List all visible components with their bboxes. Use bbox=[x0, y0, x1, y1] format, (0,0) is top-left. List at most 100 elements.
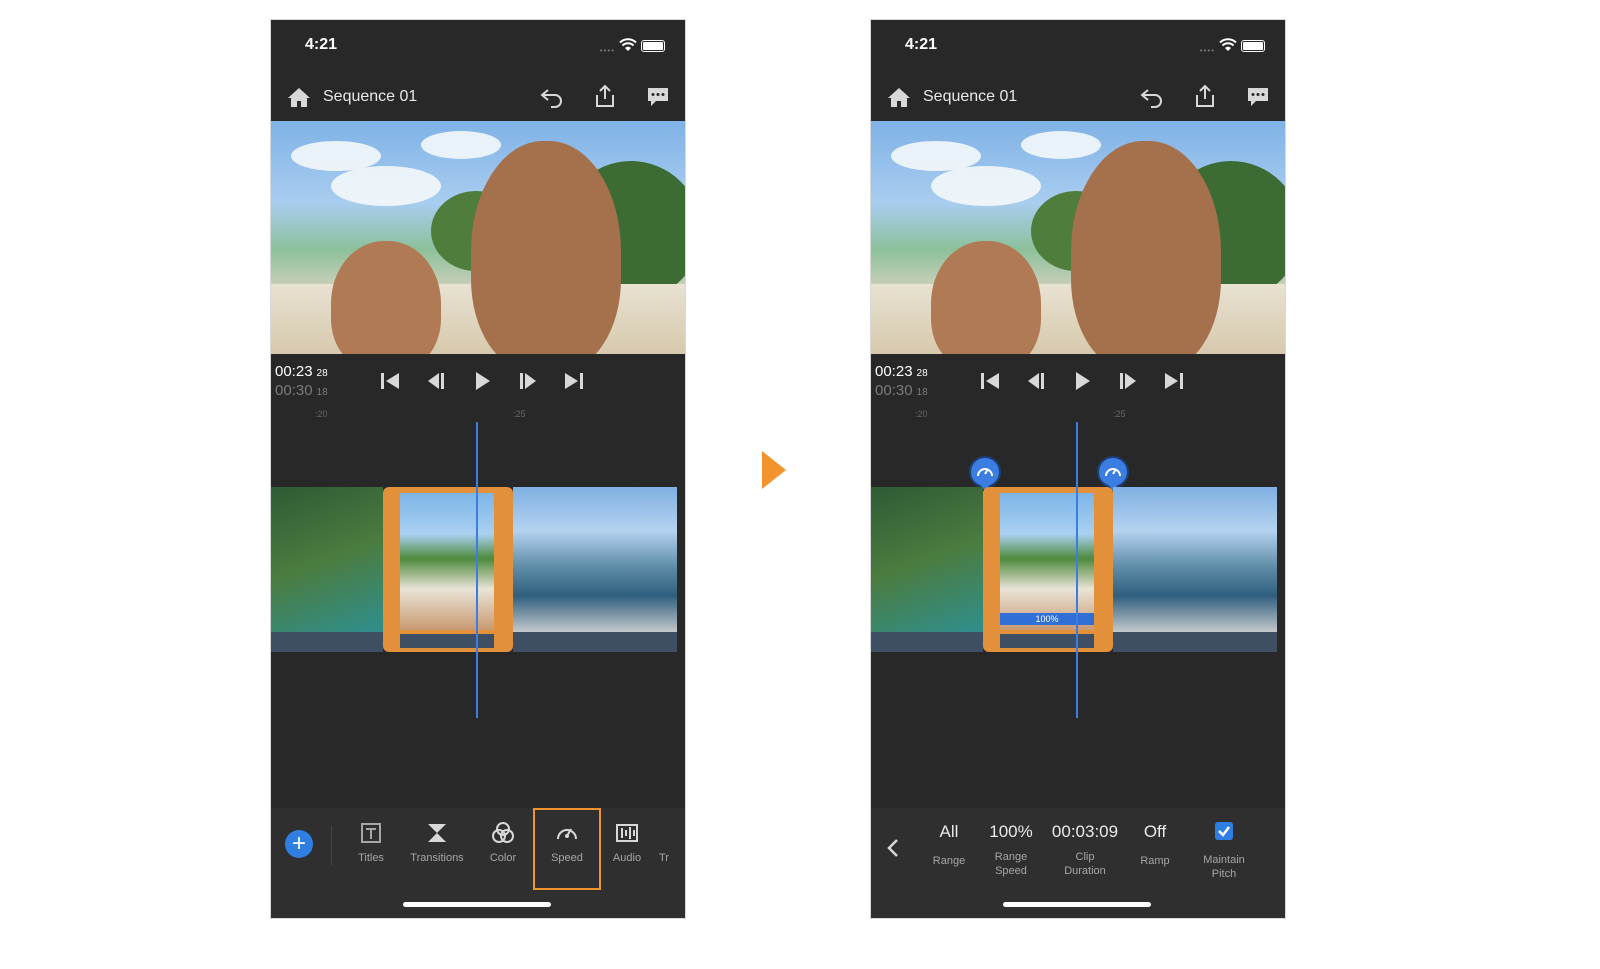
maintain-pitch-label: Pitch bbox=[1211, 868, 1237, 880]
playhead[interactable] bbox=[1076, 422, 1078, 718]
range-value: All bbox=[939, 822, 959, 841]
skip-end-icon[interactable] bbox=[563, 371, 585, 391]
audio-waveform bbox=[871, 632, 983, 652]
audio-icon bbox=[616, 824, 638, 842]
back-icon[interactable] bbox=[885, 838, 901, 858]
signal-icon: •••• bbox=[1199, 46, 1215, 55]
skip-start-icon[interactable] bbox=[979, 371, 1001, 391]
selected-clip[interactable]: 100% bbox=[983, 487, 1113, 652]
option-maintain-pitch[interactable]: Maintain Pitch bbox=[1193, 822, 1255, 881]
titles-icon bbox=[361, 823, 381, 843]
battery-icon bbox=[641, 40, 665, 52]
ruler-tick: :25 bbox=[513, 409, 526, 419]
status-time: 4:21 bbox=[905, 36, 938, 53]
ruler-tick: :25 bbox=[1113, 409, 1126, 419]
step-forward-icon[interactable] bbox=[1117, 371, 1139, 391]
tool-titles[interactable]: Titles bbox=[339, 822, 403, 864]
play-icon[interactable] bbox=[1071, 371, 1093, 391]
video-preview[interactable] bbox=[871, 121, 1285, 354]
wifi-icon bbox=[619, 38, 637, 51]
tool-label: Audio bbox=[612, 852, 642, 864]
audio-waveform bbox=[271, 632, 383, 652]
skip-end-icon[interactable] bbox=[1163, 371, 1185, 391]
sequence-title: Sequence 01 bbox=[923, 88, 1018, 105]
tool-transitions[interactable]: Transitions bbox=[405, 822, 469, 864]
phone-before: 4:21 •••• Sequence 01 00:23 28 00:30 18 … bbox=[271, 20, 685, 918]
undo-icon[interactable] bbox=[1139, 86, 1165, 108]
clip-thumbnail[interactable] bbox=[1113, 487, 1277, 632]
ruler-tick: :20 bbox=[915, 409, 928, 419]
tool-label: Transitions bbox=[410, 852, 464, 864]
battery-icon bbox=[1241, 40, 1265, 52]
playhead[interactable] bbox=[476, 422, 478, 718]
clip-thumbnail[interactable] bbox=[271, 487, 383, 632]
divider bbox=[331, 826, 332, 866]
ramp-label: Ramp bbox=[1140, 855, 1170, 867]
total-frames: 18 bbox=[316, 387, 328, 398]
tool-label: Color bbox=[489, 852, 517, 864]
clip-thumbnail[interactable] bbox=[513, 487, 677, 632]
speed-icon bbox=[977, 468, 993, 477]
audio-waveform bbox=[513, 632, 677, 652]
timecode-display: 00:23 28 00:30 18 bbox=[875, 363, 928, 399]
tool-partial[interactable]: Tr bbox=[659, 822, 685, 864]
current-frames: 28 bbox=[316, 368, 328, 379]
nav-bar: Sequence 01 bbox=[271, 78, 685, 120]
comment-icon[interactable] bbox=[646, 86, 670, 108]
signal-icon: •••• bbox=[599, 46, 615, 55]
current-time: 00:23 bbox=[875, 363, 913, 380]
speed-keyframe-start[interactable] bbox=[969, 456, 1001, 491]
current-time: 00:23 bbox=[275, 363, 313, 380]
option-range-speed[interactable]: 100% Range Speed bbox=[981, 822, 1041, 878]
home-indicator bbox=[1003, 902, 1151, 907]
timecode-display: 00:23 28 00:30 18 bbox=[275, 363, 328, 399]
current-frames: 28 bbox=[916, 368, 928, 379]
option-range[interactable]: All Range bbox=[927, 822, 971, 868]
arrow-icon bbox=[762, 451, 786, 489]
ramp-value: Off bbox=[1143, 822, 1167, 841]
tool-label: Titles bbox=[358, 852, 384, 864]
option-ramp[interactable]: Off Ramp bbox=[1133, 822, 1177, 868]
audio-waveform bbox=[1113, 632, 1277, 652]
speed-highlight bbox=[533, 808, 601, 890]
clip-duration-value: 00:03:09 bbox=[1051, 822, 1119, 841]
nav-bar: Sequence 01 bbox=[871, 78, 1285, 120]
undo-icon[interactable] bbox=[539, 86, 565, 108]
selected-clip[interactable] bbox=[383, 487, 513, 652]
tool-label: Tr bbox=[659, 852, 669, 864]
sequence-title: Sequence 01 bbox=[323, 88, 418, 105]
home-icon[interactable] bbox=[287, 86, 311, 108]
maintain-pitch-checkbox[interactable] bbox=[1215, 822, 1233, 840]
transitions-icon bbox=[428, 824, 446, 842]
timeline-track[interactable] bbox=[271, 487, 685, 652]
step-back-icon[interactable] bbox=[1025, 371, 1047, 391]
comment-icon[interactable] bbox=[1246, 86, 1270, 108]
clip-duration-label: Clip bbox=[1075, 851, 1095, 863]
phone-after: 4:21 •••• Sequence 01 00:23 28 00:30 18 … bbox=[871, 20, 1285, 918]
step-forward-icon[interactable] bbox=[517, 371, 539, 391]
share-icon[interactable] bbox=[1193, 84, 1217, 108]
tool-audio[interactable]: Audio bbox=[595, 822, 659, 864]
maintain-pitch-label: Maintain bbox=[1203, 854, 1245, 866]
check-icon bbox=[1218, 826, 1230, 837]
play-icon[interactable] bbox=[471, 371, 493, 391]
wifi-icon bbox=[1219, 38, 1237, 51]
skip-start-icon[interactable] bbox=[379, 371, 401, 391]
share-icon[interactable] bbox=[593, 84, 617, 108]
speed-icon bbox=[1105, 468, 1121, 477]
step-back-icon[interactable] bbox=[425, 371, 447, 391]
color-icon bbox=[492, 822, 514, 843]
total-time: 00:30 bbox=[875, 382, 913, 399]
clip-thumbnail[interactable] bbox=[871, 487, 983, 632]
speed-bar[interactable]: 100% bbox=[1000, 613, 1094, 625]
status-time: 4:21 bbox=[305, 36, 338, 53]
timeline-track[interactable]: 100% bbox=[871, 487, 1285, 652]
range-label: Range bbox=[932, 855, 966, 867]
tool-color[interactable]: Color bbox=[471, 822, 535, 864]
home-icon[interactable] bbox=[887, 86, 911, 108]
video-preview[interactable] bbox=[271, 121, 685, 354]
speed-keyframe-end[interactable] bbox=[1097, 456, 1129, 491]
add-button[interactable]: + bbox=[285, 830, 313, 858]
option-clip-duration[interactable]: 00:03:09 Clip Duration bbox=[1045, 822, 1125, 878]
clip-duration-label: Duration bbox=[1064, 865, 1106, 877]
